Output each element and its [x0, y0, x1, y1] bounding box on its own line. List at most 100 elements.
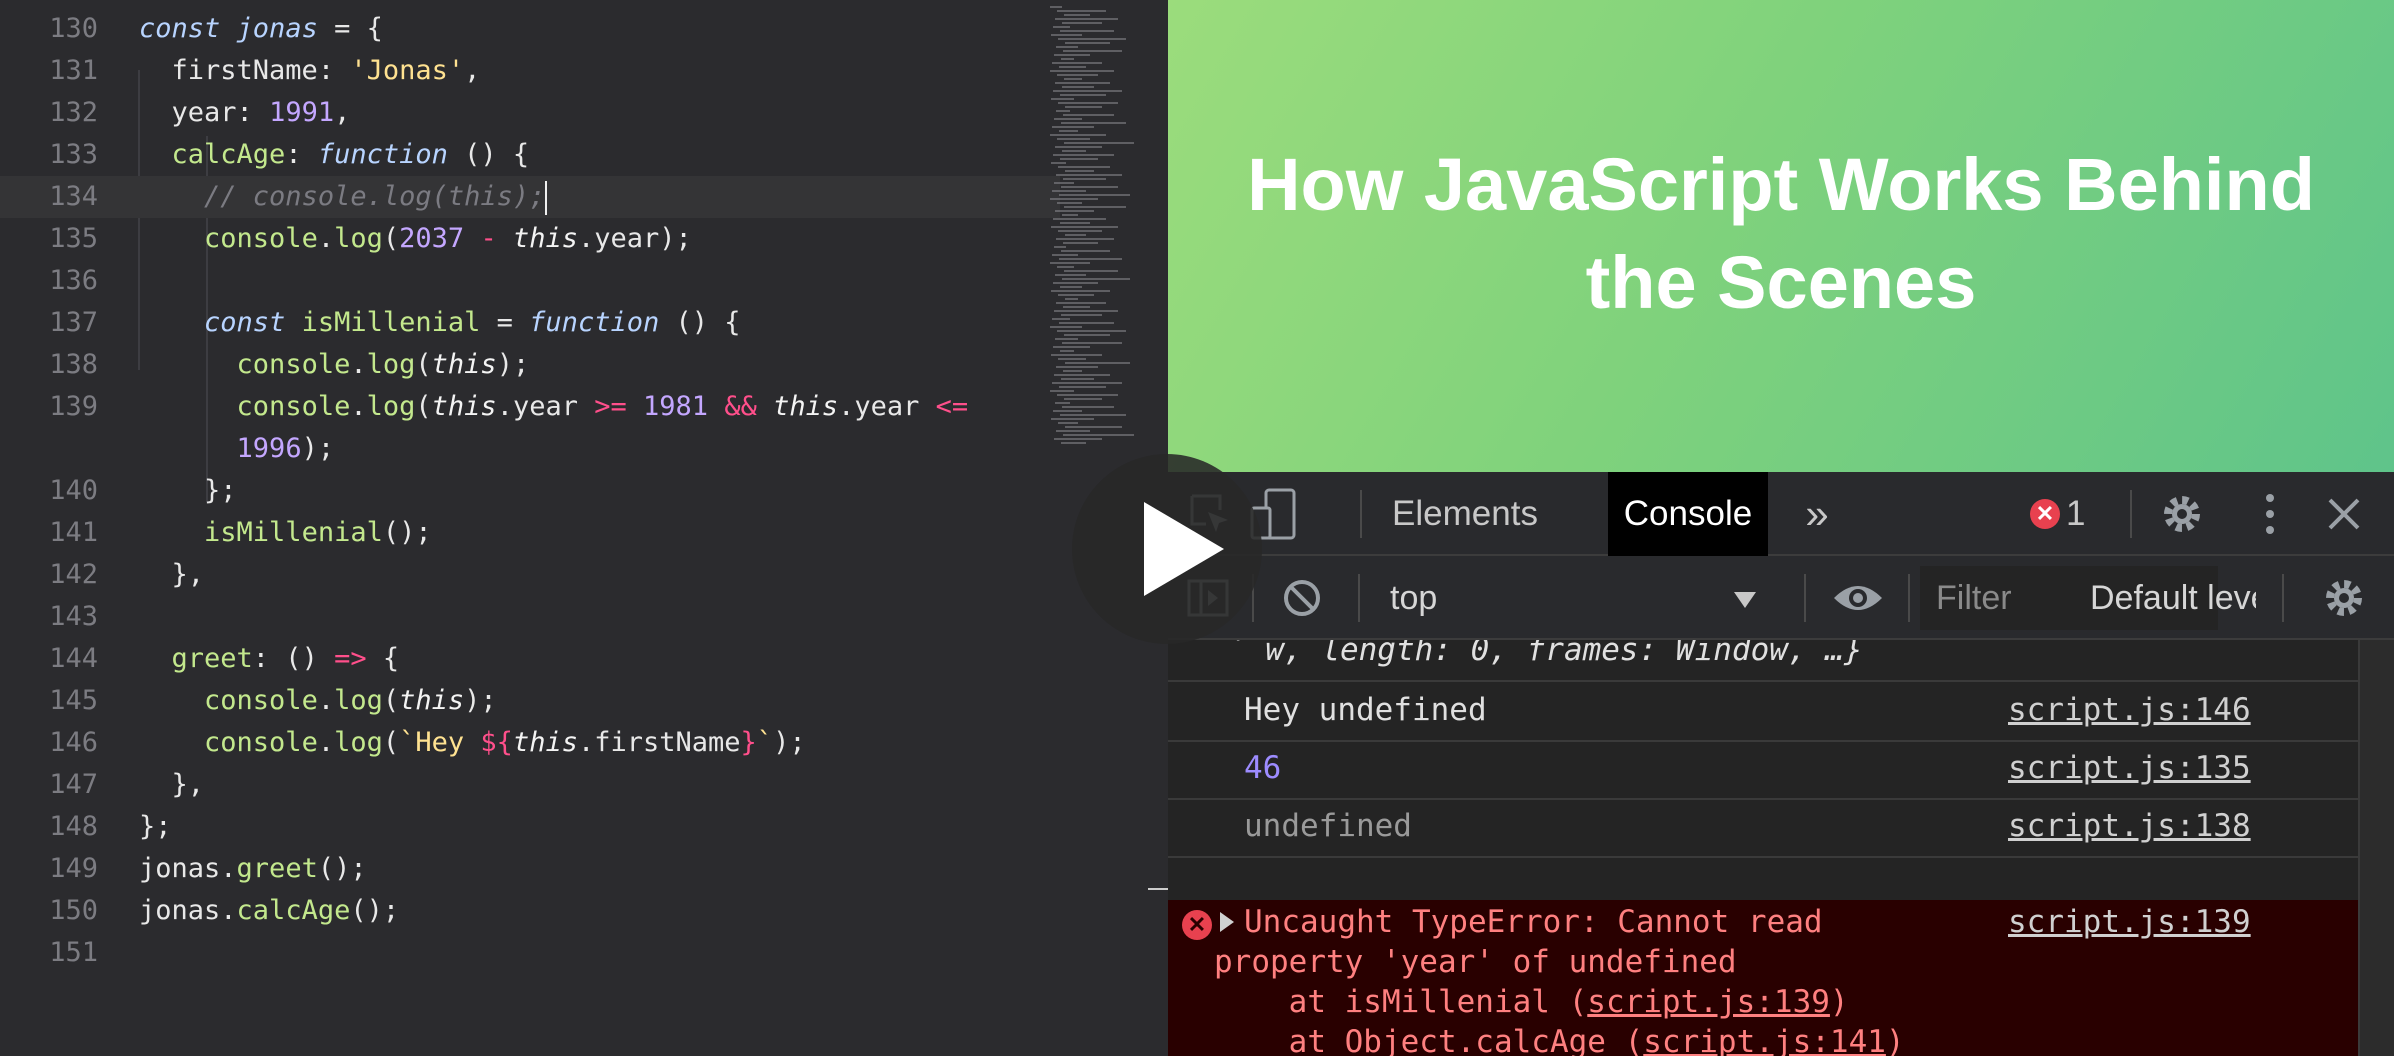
minimap-line [1065, 298, 1078, 300]
code-line[interactable]: 141 isMillenial(); [0, 512, 1060, 554]
eye-icon[interactable] [1832, 580, 1884, 616]
line-number: 146 [49, 727, 98, 758]
console-toolbar: top Filter Default leve [1168, 556, 2394, 640]
minimap-line [1062, 22, 1102, 24]
minimap-line [1060, 158, 1098, 160]
minimap-line [1057, 138, 1090, 140]
minimap-line [1056, 430, 1090, 432]
error-source-link[interactable]: script.js:139 [2008, 904, 2251, 940]
minimap-line [1053, 90, 1122, 92]
code-text: jonas.greet(); [139, 853, 367, 884]
minimap-line [1054, 374, 1110, 376]
code-line[interactable]: 131 firstName: 'Jonas', [0, 50, 1060, 92]
code-line[interactable]: 1996); [0, 428, 1060, 470]
tab-elements[interactable]: Elements [1382, 472, 1548, 556]
chevron-down-icon [1734, 592, 1756, 608]
code-line[interactable]: 145 console.log(this); [0, 680, 1060, 722]
minimap-line [1062, 86, 1094, 88]
toolbar-divider [2130, 490, 2132, 538]
console-message: undefined [1244, 808, 1412, 844]
code-line[interactable]: 136 [0, 260, 1060, 302]
minimap-line [1051, 162, 1066, 164]
console-scrollbar[interactable] [2358, 640, 2394, 1056]
minimap-line [1052, 126, 1094, 128]
code-text: year: 1991, [171, 97, 351, 128]
code-line[interactable]: 142 }, [0, 554, 1060, 596]
code-line[interactable]: 137 const isMillenial = function () { [0, 302, 1060, 344]
minimap-line [1051, 354, 1102, 356]
context-value: top [1390, 579, 1438, 617]
code-line[interactable]: 132 year: 1991, [0, 92, 1060, 134]
code-line[interactable]: 150 jonas.calcAge(); [0, 890, 1060, 932]
code-line[interactable]: 133 calcAge: function () { [0, 134, 1060, 176]
code-line[interactable]: 147 }, [0, 764, 1060, 806]
error-count-icon[interactable]: ✕ [2030, 499, 2060, 529]
minimap-line [1052, 254, 1078, 256]
minimap-line [1055, 210, 1094, 212]
code-line[interactable]: 143 [0, 596, 1060, 638]
code-line[interactable]: 149 jonas.greet(); [0, 848, 1060, 890]
code-line[interactable]: 144 greet: () => { [0, 638, 1060, 680]
code-line[interactable]: 135 console.log(2037 - this.year); [0, 218, 1060, 260]
minimap-line [1054, 182, 1074, 184]
clear-console-icon[interactable] [1282, 578, 1322, 618]
line-number: 135 [49, 223, 98, 254]
line-number: 139 [49, 391, 98, 422]
tab-console[interactable]: Console [1608, 472, 1768, 556]
context-selector[interactable]: top [1368, 556, 1788, 640]
devtools-panel: Elements Console » ✕ 1 top Filter Defaul… [1168, 472, 2394, 1056]
minimap-line [1065, 234, 1086, 236]
code-editor[interactable]: 130 const jonas = {131 firstName: 'Jonas'… [0, 0, 1168, 1056]
play-button[interactable] [1072, 454, 1262, 644]
minimap-line [1055, 82, 1110, 84]
console-source-link[interactable]: script.js:135 [2008, 750, 2251, 786]
filter-placeholder: Filter [1936, 579, 2012, 617]
minimap-line [1056, 238, 1114, 240]
code-line[interactable]: 146 console.log(`Hey ${this.firstName}`)… [0, 722, 1060, 764]
line-number: 145 [49, 685, 98, 716]
error-icon: ✕ [1182, 910, 1212, 940]
console-source-link[interactable]: script.js:138 [2008, 808, 2251, 844]
minimap-line [1058, 294, 1094, 296]
stack-frame-link[interactable]: script.js:141 [1643, 1024, 1886, 1056]
minimap[interactable] [1050, 0, 1160, 460]
code-line[interactable]: 148}; [0, 806, 1060, 848]
code-line[interactable]: 139 console.log(this.year >= 1981 && thi… [0, 386, 1060, 428]
toolbar-divider [1908, 574, 1910, 622]
line-number: 134 [49, 181, 98, 212]
code-text: const jonas = { [139, 13, 383, 44]
console-settings-icon[interactable] [2320, 574, 2368, 622]
stack-frame-link[interactable]: script.js:139 [1587, 984, 1830, 1020]
minimap-line [1061, 378, 1094, 380]
console-source-link[interactable]: script.js:146 [2008, 692, 2251, 728]
line-number: 148 [49, 811, 98, 842]
code-text: // console.log(this); [139, 176, 548, 218]
console-message: 46 [1244, 750, 1282, 786]
minimap-line [1065, 426, 1122, 428]
code-line[interactable]: 130 const jonas = { [0, 8, 1060, 50]
line-number: 132 [49, 97, 98, 128]
code-text: console.log(`Hey ${this.firstName}`); [204, 727, 806, 758]
more-options-icon[interactable] [2260, 490, 2280, 538]
code-line[interactable]: 138 console.log(this); [0, 344, 1060, 386]
console-output[interactable]: ´ w, length: 0, frames: Window, …} Hey u… [1168, 640, 2394, 1056]
code-line[interactable]: 151 [0, 932, 1060, 974]
code-text: }; [139, 811, 172, 842]
minimap-line [1064, 142, 1134, 144]
settings-gear-icon[interactable] [2158, 490, 2206, 538]
close-icon[interactable] [2326, 496, 2362, 532]
expand-triangle-icon[interactable] [1220, 912, 1234, 932]
minimap-line [1053, 154, 1114, 156]
slide-title-line1: How JavaScript Works Behind [1247, 143, 2315, 226]
minimap-line [1050, 134, 1106, 136]
error-count[interactable]: 1 [2066, 472, 2106, 556]
more-tabs-button[interactable]: » [1780, 472, 1854, 556]
minimap-line [1050, 6, 1062, 8]
split-handle[interactable] [1148, 888, 1168, 890]
log-levels-dropdown[interactable]: Default leve [2090, 556, 2256, 640]
code-line[interactable]: 134 // console.log(this); [0, 176, 1060, 218]
minimap-line [1061, 250, 1110, 252]
minimap-line [1063, 434, 1134, 436]
minimap-line [1059, 130, 1078, 132]
code-line[interactable]: 140 }; [0, 470, 1060, 512]
